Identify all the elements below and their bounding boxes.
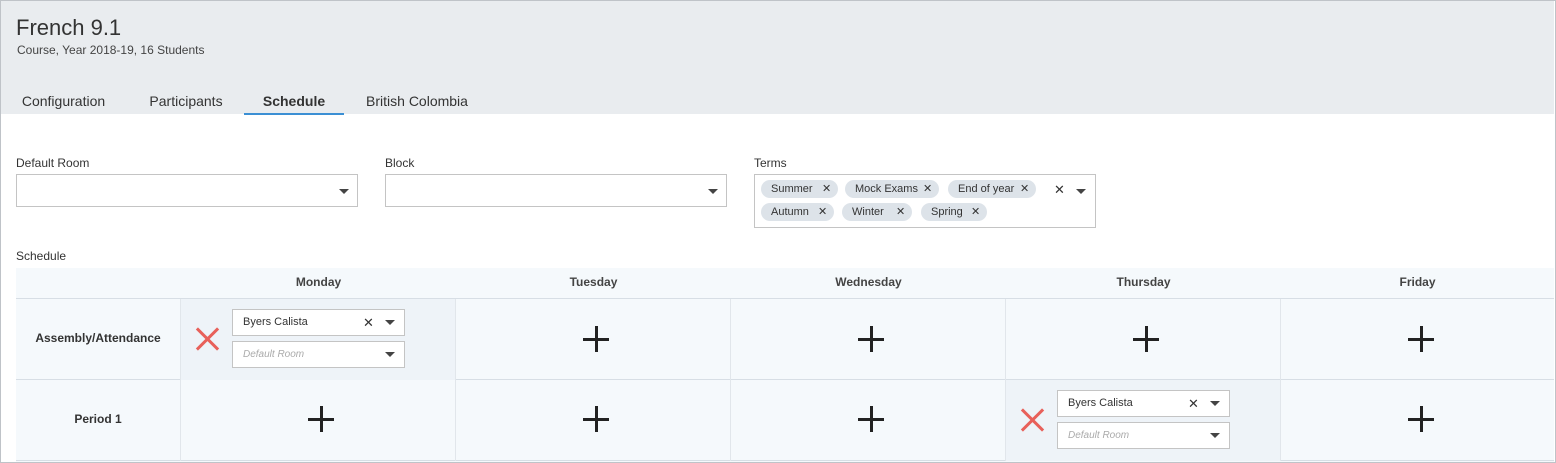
tab-configuration[interactable]: Configuration: [1, 87, 126, 115]
default-room-select[interactable]: [16, 174, 358, 207]
day-header-tuesday: Tuesday: [569, 275, 618, 289]
chip-remove-icon[interactable]: ✕: [896, 203, 905, 221]
term-chip: Mock Exams ✕: [845, 180, 939, 198]
teacher-name: Byers Calista: [243, 316, 308, 328]
tab-participants[interactable]: Participants: [128, 87, 244, 115]
term-chip-label: Spring: [931, 206, 963, 218]
teacher-select[interactable]: Byers Calista ✕: [1057, 390, 1230, 417]
add-slot-plus-icon[interactable]: [1408, 326, 1434, 352]
tab-british-colombia[interactable]: British Colombia: [347, 87, 487, 115]
x-mark-icon[interactable]: [1019, 407, 1045, 433]
clear-teacher-icon[interactable]: ✕: [363, 310, 374, 335]
term-chip: End of year ✕: [948, 180, 1036, 198]
room-select[interactable]: Default Room: [1057, 422, 1230, 449]
period-label-assembly: Assembly/Attendance: [35, 331, 161, 345]
default-room-label: Default Room: [16, 156, 90, 170]
room-placeholder: Default Room: [1068, 430, 1130, 441]
chip-remove-icon[interactable]: ✕: [923, 180, 932, 198]
add-slot-plus-icon[interactable]: [1133, 326, 1159, 352]
grid-divider: [1005, 299, 1006, 461]
add-slot-plus-icon[interactable]: [308, 406, 334, 432]
page-subtitle: Course, Year 2018-19, 16 Students: [17, 43, 205, 57]
room-select[interactable]: Default Room: [232, 341, 405, 368]
grid-divider: [16, 460, 1554, 461]
term-chip: Winter ✕: [842, 203, 912, 221]
add-slot-plus-icon[interactable]: [1408, 406, 1434, 432]
chevron-down-icon: [1210, 401, 1220, 406]
term-chip: Spring ✕: [921, 203, 987, 221]
day-header-monday: Monday: [295, 275, 342, 289]
chevron-down-icon: [385, 352, 395, 357]
grid-divider: [455, 299, 456, 461]
term-chip-label: End of year: [958, 183, 1015, 195]
block-select[interactable]: [385, 174, 727, 207]
tab-schedule[interactable]: Schedule: [244, 87, 344, 115]
chevron-down-icon: [385, 320, 395, 325]
terms-label: Terms: [754, 156, 787, 170]
term-chip: Summer ✕: [761, 180, 838, 198]
term-chip-label: Winter: [852, 206, 884, 218]
chevron-down-icon: [339, 189, 349, 194]
teacher-select[interactable]: Byers Calista ✕: [232, 309, 405, 336]
chip-remove-icon[interactable]: ✕: [1020, 180, 1029, 198]
clear-teacher-icon[interactable]: ✕: [1188, 391, 1199, 416]
grid-divider: [180, 299, 181, 461]
chevron-down-icon[interactable]: [1076, 189, 1086, 194]
add-slot-plus-icon[interactable]: [858, 406, 884, 432]
period-label-period-1: Period 1: [74, 412, 122, 426]
add-slot-plus-icon[interactable]: [858, 326, 884, 352]
page-title: French 9.1: [16, 15, 122, 40]
block-label: Block: [385, 156, 415, 170]
schedule-label: Schedule: [16, 249, 67, 263]
day-header-thursday: Thursday: [1116, 275, 1171, 289]
chip-remove-icon[interactable]: ✕: [818, 203, 827, 221]
day-header-wednesday: Wednesday: [835, 275, 902, 289]
day-header-friday: Friday: [1399, 275, 1436, 289]
term-chip: Autumn ✕: [761, 203, 834, 221]
term-chip-label: Summer: [771, 183, 813, 195]
term-chip-label: Mock Exams: [855, 183, 918, 195]
chevron-down-icon: [708, 189, 718, 194]
chip-remove-icon[interactable]: ✕: [971, 203, 980, 221]
term-chip-label: Autumn: [771, 206, 809, 218]
chevron-down-icon: [1210, 433, 1220, 438]
grid-divider: [730, 299, 731, 461]
grid-divider: [1280, 299, 1281, 461]
teacher-name: Byers Calista: [1068, 397, 1133, 409]
page-header: French 9.1 Course, Year 2018-19, 16 Stud…: [1, 1, 1554, 115]
clear-terms-icon[interactable]: ✕: [1054, 182, 1065, 198]
x-mark-icon[interactable]: [194, 326, 220, 352]
terms-multiselect[interactable]: Summer ✕ Mock Exams ✕ End of year ✕ Autu…: [754, 174, 1096, 228]
add-slot-plus-icon[interactable]: [583, 326, 609, 352]
chip-remove-icon[interactable]: ✕: [822, 180, 831, 198]
room-placeholder: Default Room: [243, 349, 305, 360]
add-slot-plus-icon[interactable]: [583, 406, 609, 432]
